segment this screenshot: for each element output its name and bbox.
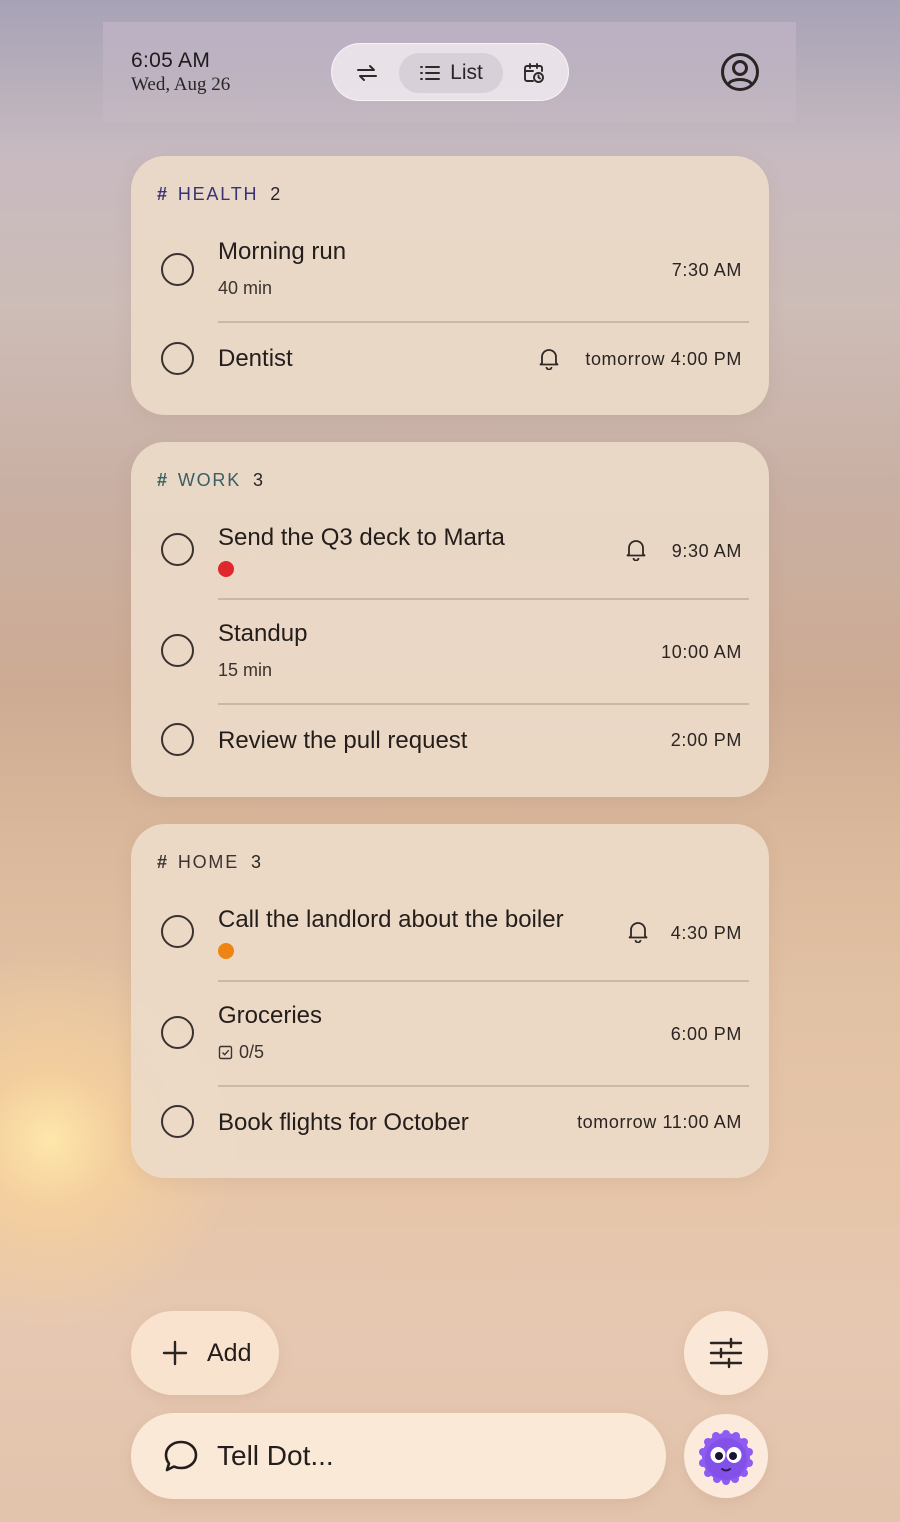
- priority-dot: [218, 943, 234, 959]
- group-header: # HEALTH 2: [157, 184, 282, 205]
- task-time: tomorrow 4:00 PM: [585, 349, 742, 369]
- tell-dot-placeholder: Tell Dot...: [217, 1440, 334, 1471]
- sliders-icon: [709, 1337, 743, 1369]
- group-count: 3: [251, 852, 263, 872]
- group-card-home: # HOME 3 Call the landlord about the boi…: [131, 824, 769, 1178]
- bell-icon: [628, 922, 648, 943]
- task-item[interactable]: Dentist tomorrow 4:00 PM: [131, 326, 769, 406]
- task-title: Groceries: [218, 1002, 323, 1029]
- task-checkbox[interactable]: [161, 634, 194, 667]
- task-checkbox[interactable]: [161, 533, 194, 566]
- group-count: 2: [270, 184, 283, 204]
- task-time: 10:00 AM: [661, 642, 742, 662]
- hash-icon: #: [157, 852, 169, 872]
- task-title: Standup: [218, 620, 308, 647]
- tell-dot-input[interactable]: Tell Dot...: [131, 1413, 666, 1499]
- task-time: 9:30 AM: [671, 541, 742, 561]
- task-checklist-progress: 0/5: [218, 1042, 264, 1063]
- task-item[interactable]: Morning run 40 min 7:30 AM: [131, 226, 769, 326]
- repeat-icon: [357, 65, 377, 81]
- task-title: Book flights for October: [218, 1109, 469, 1136]
- checkbox-icon: [218, 1045, 233, 1060]
- task-title: Send the Q3 deck to Marta: [218, 524, 505, 551]
- divider: [218, 598, 749, 600]
- task-item[interactable]: Groceries 0/5 6:00 PM: [131, 984, 769, 1084]
- task-time: tomorrow 11:00 AM: [577, 1112, 742, 1132]
- calendar-clock-icon: [524, 63, 544, 83]
- account-circle-icon: [721, 53, 759, 91]
- add-label: Add: [207, 1338, 252, 1367]
- task-checkbox[interactable]: [161, 915, 194, 948]
- task-title: Dentist: [218, 345, 293, 372]
- group-name: WORK: [177, 470, 242, 490]
- profile-button[interactable]: [719, 51, 761, 93]
- task-checkbox[interactable]: [161, 1105, 194, 1138]
- dot-mascot-avatar: [699, 1430, 753, 1485]
- task-title: Call the landlord about the boiler: [218, 906, 564, 933]
- task-title: Review the pull request: [218, 727, 468, 754]
- divider: [218, 980, 749, 982]
- group-header: # HOME 3: [157, 852, 263, 873]
- task-item[interactable]: Call the landlord about the boiler 4:30 …: [131, 894, 769, 980]
- group-count: 3: [253, 470, 265, 490]
- clock-time: 6:05 AM: [131, 49, 211, 72]
- group-card-work: # WORK 3 Send the Q3 deck to Marta 9:30 …: [131, 442, 769, 797]
- task-item[interactable]: Standup 15 min 10:00 AM: [131, 602, 769, 702]
- hash-icon: #: [157, 184, 169, 204]
- group-name: HOME: [177, 852, 240, 872]
- task-duration: 15 min: [218, 660, 273, 680]
- group-header: # WORK 3: [157, 470, 265, 491]
- task-checkbox[interactable]: [161, 253, 194, 286]
- task-checkbox[interactable]: [161, 1016, 194, 1049]
- task-title: Morning run: [218, 238, 347, 265]
- divider: [218, 321, 749, 323]
- task-time: 6:00 PM: [670, 1024, 742, 1044]
- clock-date: Wed, Aug 26: [131, 74, 231, 95]
- group-name: HEALTH: [177, 184, 259, 204]
- plus-icon: [162, 1340, 188, 1366]
- calendar-view-button[interactable]: [512, 53, 556, 93]
- group-card-health: # HEALTH 2 Morning run 40 min 7:30 AM De…: [131, 156, 769, 415]
- task-item[interactable]: Book flights for October tomorrow 11:00 …: [131, 1089, 769, 1174]
- task-time: 2:00 PM: [670, 730, 742, 750]
- clock: 6:05 AM Wed, Aug 26: [131, 49, 230, 96]
- task-time: 4:30 PM: [670, 923, 742, 943]
- task-checkbox[interactable]: [161, 723, 194, 756]
- list-icon: [420, 66, 441, 80]
- divider: [218, 1085, 749, 1087]
- chat-bubble-icon: [164, 1440, 198, 1472]
- view-switcher: List: [331, 43, 569, 101]
- list-view-button[interactable]: List: [399, 53, 503, 93]
- task-item[interactable]: Review the pull request 2:00 PM: [131, 707, 769, 792]
- task-duration: 40 min: [218, 278, 273, 298]
- divider: [218, 703, 749, 705]
- filter-button[interactable]: [684, 1311, 768, 1395]
- assistant-avatar-button[interactable]: [684, 1414, 768, 1498]
- list-view-label: List: [450, 61, 483, 84]
- priority-dot: [218, 561, 234, 577]
- task-checkbox[interactable]: [161, 342, 194, 375]
- bell-icon: [539, 349, 559, 370]
- task-item[interactable]: Send the Q3 deck to Marta 9:30 AM: [131, 512, 769, 598]
- bell-icon: [626, 540, 646, 561]
- task-time: 7:30 AM: [671, 260, 742, 280]
- hash-icon: #: [157, 470, 169, 490]
- add-task-button[interactable]: Add: [131, 1311, 279, 1395]
- repeat-view-button[interactable]: [345, 53, 389, 93]
